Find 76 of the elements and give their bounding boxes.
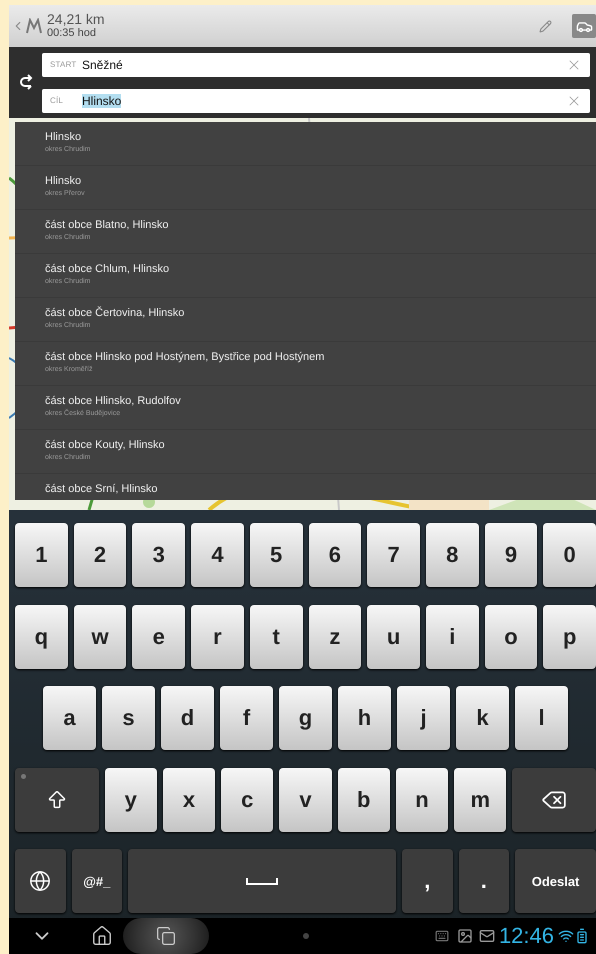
place-name: část obce Hlinsko pod Hostýnem, Bystřice pod Hostýnem [45,350,326,365]
dot-icon [303,933,309,939]
place-name: část obce Chlum, Hlinsko [45,262,170,277]
key[interactable]: k [456,686,509,750]
recent-apps-icon [156,926,176,946]
symbols-key[interactable]: @#_ [72,849,122,913]
place-name: část obce Hlinsko, Rudolfov [45,394,182,408]
swap-icon[interactable] [18,74,32,92]
key[interactable]: i [426,604,479,668]
indicator-dot [21,774,26,778]
key[interactable]: m [454,768,506,832]
key[interactable]: j [397,686,450,750]
key[interactable]: c [221,768,274,832]
key[interactable]: g [279,686,332,750]
key[interactable]: b [338,768,390,832]
key[interactable]: 0 [543,523,596,587]
key[interactable]: 2 [74,523,126,587]
key[interactable]: h [338,686,391,750]
key[interactable]: . [458,849,510,913]
recent-apps-button[interactable] [123,918,209,954]
place-name: část obce Srní, Hlinsko [45,482,158,497]
key[interactable]: 1 [15,523,68,587]
field-value: Hlinsko [82,94,122,108]
key[interactable]: f [220,686,273,750]
route-distance: 24,21 km [47,12,106,27]
place-name: Hlinsko [45,174,82,189]
backspace-key[interactable] [512,768,596,832]
key[interactable]: r [191,604,244,668]
field-label: CÍL [50,96,64,105]
key[interactable]: 3 [132,523,186,587]
location-field[interactable]: CÍL Hlinsko [42,88,590,112]
key[interactable]: x [162,768,216,832]
key[interactable]: d [161,686,214,750]
wifi-icon [558,928,574,944]
key[interactable]: 4 [191,523,244,587]
place-name: část obce Kouty, Hlinsko [45,438,166,453]
space-icon [246,877,278,885]
key[interactable]: l [515,686,568,750]
key[interactable]: q [15,604,68,668]
place-name: Hlinsko [45,130,82,145]
key[interactable]: 6 [308,523,362,587]
key[interactable]: u [367,604,420,668]
route-duration: 00:35 hod [47,27,97,40]
image-icon [456,928,473,944]
key[interactable]: v [279,768,332,832]
key[interactable]: p [543,604,596,668]
key[interactable]: t [250,604,303,668]
car-button[interactable] [572,14,596,38]
home-button[interactable] [91,925,113,947]
key[interactable]: o [484,604,538,668]
location-field[interactable]: START Sněžné [42,52,590,76]
key[interactable]: w [74,604,126,668]
place-name: část obce Čertovina, Hlinsko [45,306,186,321]
mail-icon [478,928,495,944]
key[interactable]: 5 [250,523,303,587]
edit-icon[interactable] [539,20,552,32]
field-value: Sněžné [82,58,123,72]
key[interactable]: s [102,686,155,750]
send-key[interactable]: Odeslat [515,849,596,913]
home-icon [91,925,113,947]
key[interactable]: n [396,768,448,832]
key[interactable]: a [43,686,96,750]
key[interactable]: z [308,604,362,668]
logo-icon [25,18,43,34]
key[interactable]: 8 [426,523,479,587]
key[interactable]: , [402,849,453,913]
clock: 12:46 [498,923,554,949]
field-label: START [50,60,78,69]
key[interactable]: y [104,768,157,832]
globe-icon [29,870,52,892]
key[interactable]: 9 [484,523,538,587]
key[interactable]: 7 [367,523,420,587]
key[interactable]: e [132,604,186,668]
keyboard-icon [434,929,449,943]
language-key[interactable] [15,849,66,913]
place-name: část obce Blatno, Hlinsko [45,218,170,233]
